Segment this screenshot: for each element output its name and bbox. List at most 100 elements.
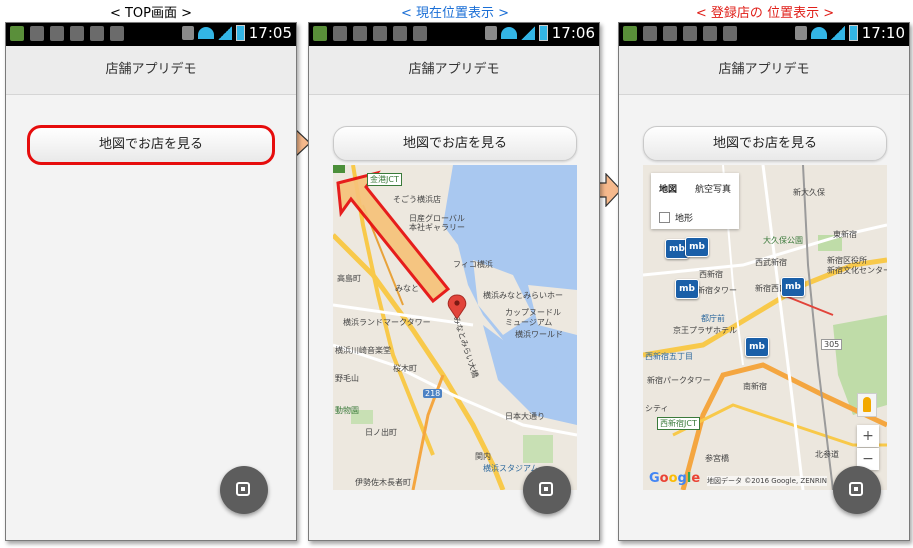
map-label: 金港JCT [367, 173, 402, 186]
grid-icon [313, 26, 327, 41]
map-label: 横浜ワールド [515, 330, 563, 339]
sd-icon [723, 26, 737, 41]
map-label: 本社ギャラリー [409, 223, 465, 232]
view-map-button[interactable]: 地図でお店を見る [27, 125, 275, 165]
map-type-satellite-tab[interactable]: 航空写真 [695, 182, 731, 195]
battery-icon [538, 25, 548, 41]
map-label: 横浜みなとみらいホー [483, 291, 563, 300]
map-label: 新宿パークタワー [647, 376, 711, 385]
map-view[interactable]: 金港JCT そごう横浜店 日産グローバル 本社ギャラリー 高島町 みなと フィコ… [333, 165, 577, 490]
sd-icon [413, 26, 427, 41]
wifi-icon [197, 27, 214, 39]
store-pin[interactable]: mb [745, 337, 769, 357]
map-label: そごう横浜店 [393, 195, 441, 204]
android-icon [50, 26, 64, 41]
bag-icon [373, 26, 387, 41]
google-logo: Google [649, 471, 701, 486]
map-type-control: 地図 航空写真 地形 [651, 173, 739, 229]
store-pin[interactable]: mb [685, 237, 709, 257]
phone-screen-top: 17:05 店舗アプリデモ 地図でお店を見る [5, 22, 297, 541]
map-label: 西新宿五丁目 [645, 352, 693, 361]
grid-icon [623, 26, 637, 41]
map-label: 都庁前 [701, 314, 725, 323]
map-label: 横浜ランドマークタワー [343, 318, 431, 327]
map-label: 南新宿 [743, 382, 767, 391]
wifi-icon [500, 27, 517, 39]
phone-screen-current-location: 17:06 店舗アプリデモ 地図でお店を見る 金港JCT そごう横浜店 日産グロ… [308, 22, 600, 541]
notification-icon [181, 26, 194, 40]
map-label: フィコ横浜 [453, 260, 493, 269]
stop-icon [849, 482, 863, 496]
route-badge: 218 [423, 389, 443, 398]
store-pin[interactable]: mb [781, 277, 805, 297]
map-type-map-tab[interactable]: 地図 [659, 182, 677, 195]
wifi-icon [810, 27, 827, 39]
route-badge: 305 [821, 339, 843, 350]
map-label: 新宿文化センター [827, 266, 887, 275]
signal-icon [217, 26, 232, 40]
android-icon [663, 26, 677, 41]
caption-top-screen: < TOP画面 > [109, 6, 193, 21]
map-label: 西新宿 [699, 270, 723, 279]
map-label: 高島町 [337, 274, 361, 283]
map-label: 桜木町 [393, 364, 417, 373]
store-pin[interactable]: mb [675, 279, 699, 299]
phone-screen-store-location: 17:10 店舗アプリデモ 地図でお店を見る 地図 航空写真 地形 新大久保 大… [618, 22, 910, 541]
map-label: みなと [395, 284, 419, 293]
sync-icon [90, 26, 104, 41]
street-view-icon[interactable] [857, 393, 877, 417]
map-label: 東新宿 [833, 230, 857, 239]
bag-icon [683, 26, 697, 41]
status-bar: 17:05 [6, 23, 296, 46]
signal-icon [830, 26, 845, 40]
map-label: 動物園 [335, 406, 359, 415]
map-label: 参宮橋 [705, 454, 729, 463]
usb-icon [30, 26, 44, 41]
app-title: 店舗アプリデモ [309, 46, 599, 95]
map-label: 日ノ出町 [365, 428, 397, 437]
stop-icon [236, 482, 250, 496]
map-label: 横浜川崎音楽堂 [335, 346, 391, 355]
battery-icon [235, 25, 245, 41]
status-time: 17:05 [248, 24, 292, 42]
caption-store-location: < 登録店の 位置表示 > [695, 6, 835, 21]
view-map-button[interactable]: 地図でお店を見る [643, 126, 887, 161]
terrain-checkbox[interactable] [659, 212, 670, 223]
usb-icon [333, 26, 347, 41]
notification-icon [484, 26, 497, 40]
terrain-toggle[interactable]: 地形 [659, 211, 693, 224]
zoom-in-button[interactable]: + [857, 425, 879, 447]
map-view[interactable]: 地図 航空写真 地形 新大久保 大久保公園 東新宿 西武新宿 西新宿 新宿西口 … [643, 165, 887, 490]
status-bar: 17:10 [619, 23, 909, 46]
terrain-label: 地形 [675, 214, 694, 224]
battery-icon [848, 25, 858, 41]
signal-icon [520, 26, 535, 40]
map-label: 北参道 [815, 450, 839, 459]
usb-icon [643, 26, 657, 41]
notification-icon [794, 26, 807, 40]
map-label: 野毛山 [335, 374, 359, 383]
stop-button[interactable] [220, 466, 268, 514]
sync-icon [703, 26, 717, 41]
status-bar: 17:06 [309, 23, 599, 46]
map-label: シティ [645, 404, 669, 413]
map-attribution: 地図データ ©2016 Google, ZENRIN [707, 476, 828, 486]
map-label: 西武新宿 [755, 258, 787, 267]
bag-icon [70, 26, 84, 41]
sync-icon [393, 26, 407, 41]
map-label: 伊勢佐木長者町 [355, 478, 411, 487]
status-time: 17:06 [551, 24, 595, 42]
stop-button[interactable] [523, 466, 571, 514]
app-title: 店舗アプリデモ [619, 46, 909, 95]
sd-icon [110, 26, 124, 41]
grid-icon [10, 26, 24, 41]
map-label: 大久保公園 [763, 236, 803, 245]
stop-button[interactable] [833, 466, 881, 514]
map-label: ミュージアム [505, 318, 553, 327]
map-label: 京王プラザホテル [673, 326, 737, 335]
caption-current-location: < 現在位置表示 > [400, 6, 510, 21]
status-time: 17:10 [861, 24, 905, 42]
map-label: 関内 [475, 452, 491, 461]
view-map-button[interactable]: 地図でお店を見る [333, 126, 577, 161]
map-label: 新宿タワー [697, 286, 737, 295]
